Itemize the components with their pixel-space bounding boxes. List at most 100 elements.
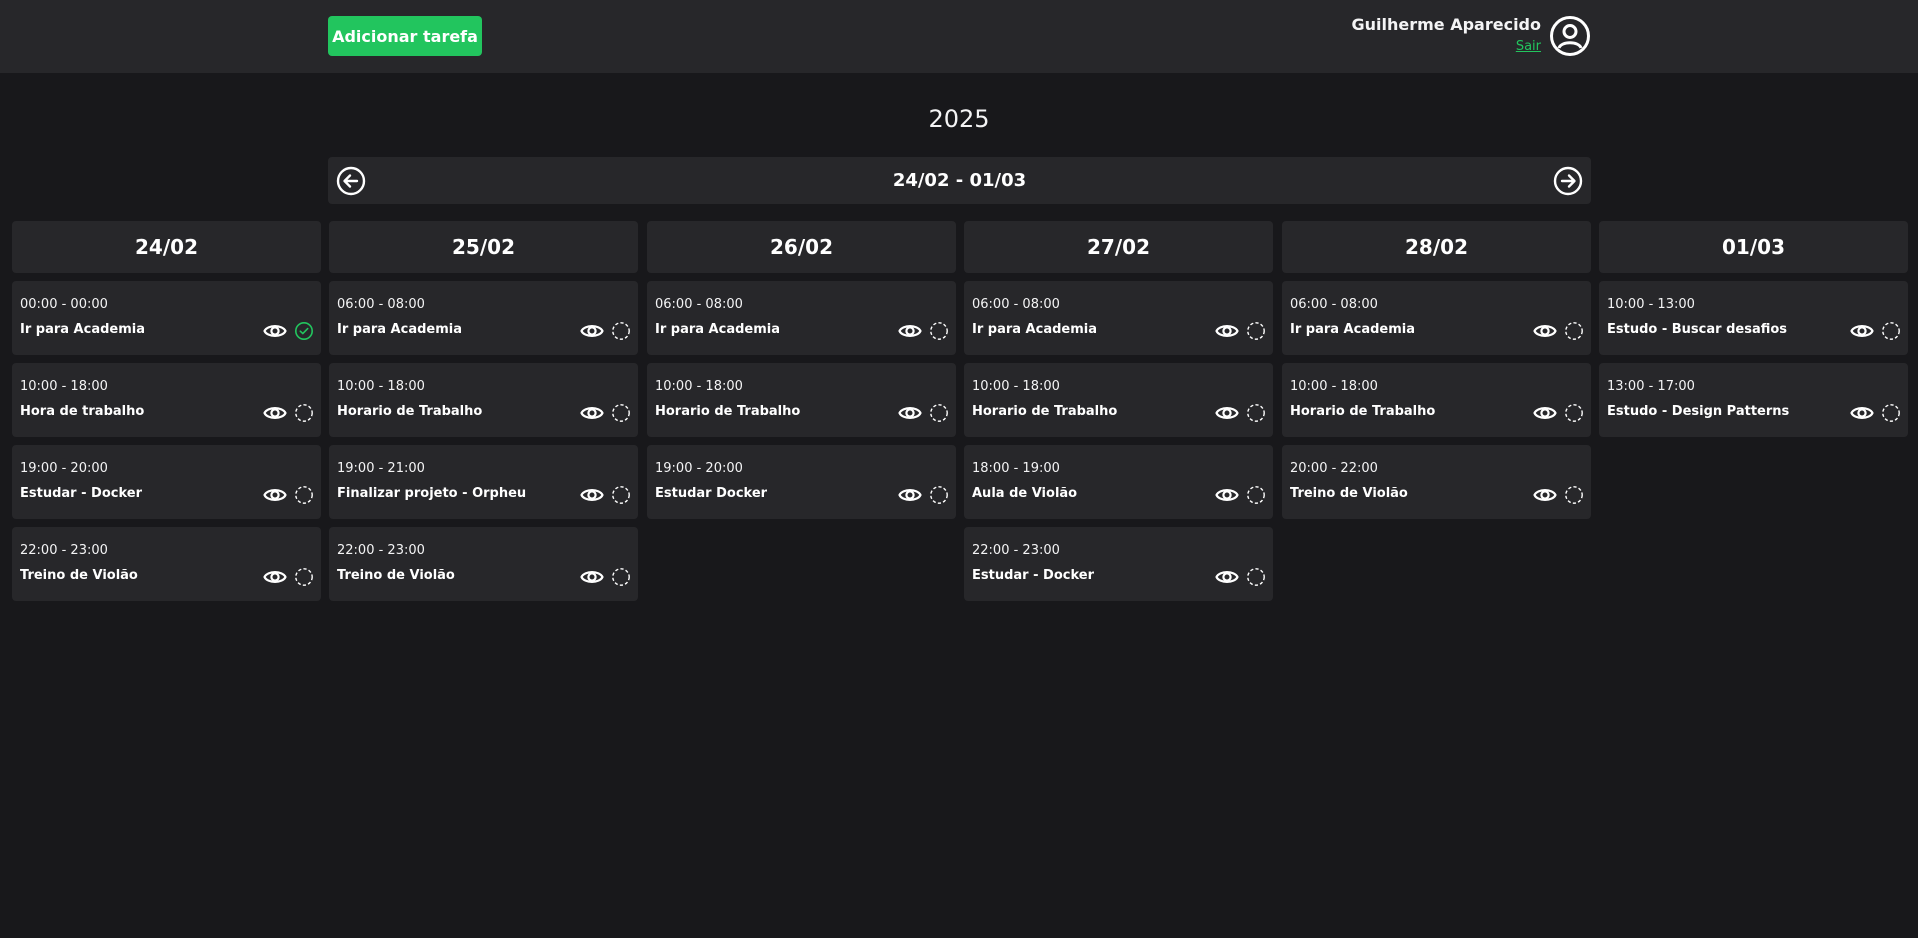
day-column: 24/02 00:00 - 00:00 Ir para Academia 10:00 … bbox=[12, 221, 321, 609]
task-title: Ir para Academia bbox=[20, 322, 145, 337]
task-card[interactable]: 18:00 - 19:00 Aula de Violão bbox=[964, 445, 1273, 519]
user-avatar-icon[interactable] bbox=[1549, 15, 1591, 57]
task-card[interactable]: 20:00 - 22:00 Treino de Violão bbox=[1282, 445, 1591, 519]
pending-circle-icon[interactable] bbox=[1564, 403, 1584, 423]
task-title: Ir para Academia bbox=[1290, 322, 1415, 337]
eye-icon[interactable] bbox=[580, 319, 604, 343]
day-header: 28/02 bbox=[1282, 221, 1591, 273]
pending-circle-icon[interactable] bbox=[1564, 321, 1584, 341]
user-info: Guilherme Aparecido Sair bbox=[1351, 15, 1541, 54]
task-card[interactable]: 10:00 - 18:00 Hora de trabalho bbox=[12, 363, 321, 437]
eye-icon[interactable] bbox=[263, 565, 287, 589]
eye-icon[interactable] bbox=[1215, 401, 1239, 425]
eye-icon[interactable] bbox=[1533, 401, 1557, 425]
eye-icon[interactable] bbox=[263, 483, 287, 507]
eye-icon[interactable] bbox=[263, 319, 287, 343]
eye-icon[interactable] bbox=[263, 401, 287, 425]
pending-circle-icon[interactable] bbox=[929, 321, 949, 341]
day-column: 25/02 06:00 - 08:00 Ir para Academia 10:00 … bbox=[329, 221, 638, 609]
task-title: Horario de Trabalho bbox=[337, 404, 483, 419]
task-card[interactable]: 22:00 - 23:00 Estudar - Docker bbox=[964, 527, 1273, 601]
eye-icon[interactable] bbox=[898, 483, 922, 507]
add-task-button[interactable]: Adicionar tarefa bbox=[328, 16, 482, 56]
pending-circle-icon[interactable] bbox=[1246, 567, 1266, 587]
pending-circle-icon[interactable] bbox=[611, 321, 631, 341]
task-title: Horario de Trabalho bbox=[972, 404, 1118, 419]
task-time: 19:00 - 21:00 bbox=[337, 461, 425, 476]
task-card[interactable]: 06:00 - 08:00 Ir para Academia bbox=[964, 281, 1273, 355]
task-time: 18:00 - 19:00 bbox=[972, 461, 1060, 476]
logout-link[interactable]: Sair bbox=[1516, 39, 1541, 54]
pending-circle-icon[interactable] bbox=[294, 485, 314, 505]
day-header: 26/02 bbox=[647, 221, 956, 273]
eye-icon[interactable] bbox=[1215, 319, 1239, 343]
day-header: 27/02 bbox=[964, 221, 1273, 273]
task-card[interactable]: 00:00 - 00:00 Ir para Academia bbox=[12, 281, 321, 355]
task-title: Treino de Violão bbox=[337, 568, 455, 583]
task-time: 20:00 - 22:00 bbox=[1290, 461, 1378, 476]
eye-icon[interactable] bbox=[1215, 565, 1239, 589]
pending-circle-icon[interactable] bbox=[611, 485, 631, 505]
task-title: Estudar - Docker bbox=[20, 486, 142, 501]
eye-icon[interactable] bbox=[580, 483, 604, 507]
task-card[interactable]: 22:00 - 23:00 Treino de Violão bbox=[329, 527, 638, 601]
pending-circle-icon[interactable] bbox=[1564, 485, 1584, 505]
pending-circle-icon[interactable] bbox=[1246, 403, 1266, 423]
pending-circle-icon[interactable] bbox=[294, 403, 314, 423]
task-title: Finalizar projeto - Orpheu bbox=[337, 486, 527, 501]
week-navigator: 24/02 - 01/03 bbox=[328, 157, 1591, 204]
eye-icon[interactable] bbox=[580, 565, 604, 589]
previous-week-icon[interactable] bbox=[336, 166, 366, 196]
task-card[interactable]: 19:00 - 20:00 Estudar Docker bbox=[647, 445, 956, 519]
top-bar: Adicionar tarefa Guilherme Aparecido Sai… bbox=[0, 0, 1918, 73]
pending-circle-icon[interactable] bbox=[611, 567, 631, 587]
eye-icon[interactable] bbox=[1533, 319, 1557, 343]
task-card[interactable]: 10:00 - 18:00 Horario de Trabalho bbox=[329, 363, 638, 437]
day-header: 25/02 bbox=[329, 221, 638, 273]
task-card[interactable]: 10:00 - 18:00 Horario de Trabalho bbox=[1282, 363, 1591, 437]
eye-icon[interactable] bbox=[898, 401, 922, 425]
eye-icon[interactable] bbox=[898, 319, 922, 343]
eye-icon[interactable] bbox=[580, 401, 604, 425]
pending-circle-icon[interactable] bbox=[294, 567, 314, 587]
task-time: 10:00 - 18:00 bbox=[1290, 379, 1378, 394]
task-card[interactable]: 10:00 - 13:00 Estudo - Buscar desafios bbox=[1599, 281, 1908, 355]
task-card[interactable]: 22:00 - 23:00 Treino de Violão bbox=[12, 527, 321, 601]
task-time: 00:00 - 00:00 bbox=[20, 297, 108, 312]
task-card[interactable]: 19:00 - 21:00 Finalizar projeto - Orpheu bbox=[329, 445, 638, 519]
day-header: 01/03 bbox=[1599, 221, 1908, 273]
task-card[interactable]: 06:00 - 08:00 Ir para Academia bbox=[1282, 281, 1591, 355]
task-card[interactable]: 06:00 - 08:00 Ir para Academia bbox=[329, 281, 638, 355]
eye-icon[interactable] bbox=[1850, 401, 1874, 425]
day-column: 01/03 10:00 - 13:00 Estudo - Buscar desafi… bbox=[1599, 221, 1908, 445]
eye-icon[interactable] bbox=[1215, 483, 1239, 507]
pending-circle-icon[interactable] bbox=[929, 485, 949, 505]
day-column: 26/02 06:00 - 08:00 Ir para Academia 10:00 … bbox=[647, 221, 956, 527]
pending-circle-icon[interactable] bbox=[1246, 321, 1266, 341]
eye-icon[interactable] bbox=[1533, 483, 1557, 507]
task-title: Horario de Trabalho bbox=[1290, 404, 1436, 419]
pending-circle-icon[interactable] bbox=[1881, 403, 1901, 423]
task-title: Horario de Trabalho bbox=[655, 404, 801, 419]
eye-icon[interactable] bbox=[1850, 319, 1874, 343]
task-title: Estudo - Design Patterns bbox=[1607, 404, 1790, 419]
day-column: 27/02 06:00 - 08:00 Ir para Academia 10:00 … bbox=[964, 221, 1273, 609]
task-card[interactable]: 19:00 - 20:00 Estudar - Docker bbox=[12, 445, 321, 519]
pending-circle-icon[interactable] bbox=[611, 403, 631, 423]
pending-circle-icon[interactable] bbox=[929, 403, 949, 423]
task-title: Ir para Academia bbox=[655, 322, 780, 337]
task-card[interactable]: 06:00 - 08:00 Ir para Academia bbox=[647, 281, 956, 355]
task-time: 22:00 - 23:00 bbox=[972, 543, 1060, 558]
task-time: 06:00 - 08:00 bbox=[655, 297, 743, 312]
task-title: Hora de trabalho bbox=[20, 404, 145, 419]
pending-circle-icon[interactable] bbox=[1246, 485, 1266, 505]
task-title: Estudo - Buscar desafios bbox=[1607, 322, 1788, 337]
task-title: Treino de Violão bbox=[20, 568, 138, 583]
task-card[interactable]: 10:00 - 18:00 Horario de Trabalho bbox=[964, 363, 1273, 437]
day-header: 24/02 bbox=[12, 221, 321, 273]
pending-circle-icon[interactable] bbox=[1881, 321, 1901, 341]
task-card[interactable]: 10:00 - 18:00 Horario de Trabalho bbox=[647, 363, 956, 437]
task-card[interactable]: 13:00 - 17:00 Estudo - Design Patterns bbox=[1599, 363, 1908, 437]
check-circle-icon[interactable] bbox=[294, 321, 314, 341]
next-week-icon[interactable] bbox=[1553, 166, 1583, 196]
